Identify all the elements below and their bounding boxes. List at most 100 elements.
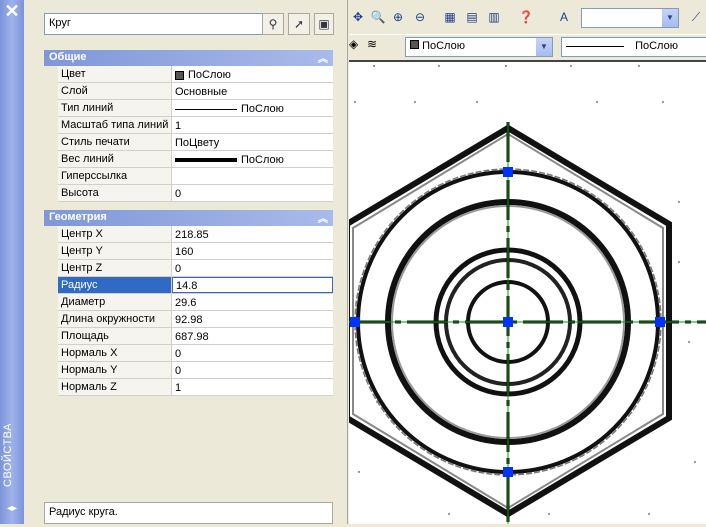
property-row[interactable]: Слой Основные: [58, 83, 333, 100]
object-type-select[interactable]: Круг ▼: [44, 13, 280, 35]
quick-select-button[interactable]: ▣: [314, 13, 334, 35]
select-objects-button[interactable]: ➚: [288, 13, 310, 35]
property-key: Масштаб типа линий: [58, 117, 172, 133]
property-value[interactable]: ПоСлою: [172, 66, 333, 82]
property-key: Длина окружности: [58, 311, 172, 327]
property-row[interactable]: Площадь 687.98: [58, 328, 333, 345]
property-value[interactable]: 160: [172, 243, 333, 259]
property-value[interactable]: ПоСлою: [172, 100, 333, 116]
drawing-grid-dots: [354, 65, 696, 515]
cursor-icon: ➚: [293, 17, 305, 31]
property-value[interactable]: ПоЦвету: [172, 134, 333, 150]
property-key: Центр Z: [58, 260, 172, 276]
linetype-control-select[interactable]: ПоСлою: [561, 37, 706, 57]
grip-center[interactable]: [503, 317, 513, 327]
property-value[interactable]: Основные: [172, 83, 333, 99]
grip-top[interactable]: [503, 167, 513, 177]
property-value[interactable]: 687.98: [172, 328, 333, 344]
radius-input[interactable]: 14.8: [172, 277, 333, 293]
property-row[interactable]: Нормаль Z1: [58, 379, 333, 396]
help-icon[interactable]: ❓: [517, 8, 535, 26]
collapse-icon[interactable]: ︽: [318, 50, 328, 65]
property-value-text: 0: [175, 365, 182, 377]
property-key: Тип линий: [58, 100, 172, 116]
palette-titlebar[interactable]: ✕ СВОЙСТВА ◂▸: [0, 0, 24, 524]
property-value-text: 14.8: [176, 280, 198, 292]
property-value-text: 1: [175, 120, 182, 132]
property-key: Гиперссылка: [58, 168, 172, 184]
property-value[interactable]: 29.6: [172, 294, 333, 310]
filter-icon: ⚲: [268, 17, 278, 31]
property-row[interactable]: Масштаб типа линий 1: [58, 117, 333, 134]
grip-bottom[interactable]: [503, 467, 513, 477]
property-key: Вес линий: [58, 151, 172, 167]
property-value[interactable]: 0: [172, 185, 333, 201]
description-box: Радиус круга.: [44, 502, 333, 524]
chevron-down-icon[interactable]: ▼: [536, 38, 552, 56]
property-value[interactable]: [172, 168, 333, 184]
property-key: Нормаль Z: [58, 379, 172, 395]
property-row[interactable]: Вес линий ПоСлою: [58, 151, 333, 168]
property-value-text: ПоСлою: [188, 69, 231, 81]
grip-left[interactable]: [350, 317, 360, 327]
collapse-icon[interactable]: ︽: [318, 210, 328, 225]
property-key: Площадь: [58, 328, 172, 344]
property-row[interactable]: Тип линий ПоСлою: [58, 100, 333, 117]
zoom-previous-icon[interactable]: ⊖: [411, 8, 429, 26]
chevron-down-icon[interactable]: ▼: [662, 9, 678, 27]
linetype-control-value: ПоСлою: [635, 40, 678, 52]
dimension-style-icon[interactable]: ⟋: [687, 8, 705, 26]
property-row[interactable]: Цвет ПоСлою: [58, 66, 333, 83]
color-control-select[interactable]: ПоСлою ▼: [405, 37, 553, 57]
property-value-text: 0: [175, 188, 182, 200]
property-row-selected[interactable]: Радиус 14.8: [58, 277, 333, 294]
zoom-realtime-icon[interactable]: 🔍: [369, 8, 387, 26]
grip-right[interactable]: [655, 317, 665, 327]
property-key: Высота: [58, 185, 172, 201]
palette-vertical-title: СВОЙСТВА: [2, 423, 14, 487]
property-row[interactable]: Длина окружности 92.98: [58, 311, 333, 328]
property-value-text: 1: [175, 382, 182, 394]
property-value[interactable]: 0: [172, 345, 333, 361]
linetype-sample-icon: [566, 45, 624, 47]
property-row[interactable]: Гиперссылка: [58, 168, 333, 185]
toggle-pickadd-button[interactable]: ⚲: [262, 13, 284, 35]
pan-icon[interactable]: ✥: [349, 8, 367, 26]
text-style-icon[interactable]: A: [555, 8, 573, 26]
property-row[interactable]: Центр Z0: [58, 260, 333, 277]
general-properties-grid: Цвет ПоСлою Слой Основные Тип линий ПоСлою …: [44, 66, 333, 202]
zoom-window-icon[interactable]: ⊕: [389, 8, 407, 26]
property-row[interactable]: Центр X 218.85: [58, 226, 333, 243]
property-row[interactable]: Стиль печати ПоЦвету: [58, 134, 333, 151]
layer-states-icon[interactable]: ◈: [349, 37, 358, 51]
property-value-text: 92.98: [175, 314, 203, 326]
property-value[interactable]: 0: [172, 362, 333, 378]
text-style-select[interactable]: ▼: [581, 8, 679, 28]
section-general-header[interactable]: Общие ︽: [44, 50, 333, 66]
drawing-canvas[interactable]: [344, 60, 706, 524]
section-geometry-header[interactable]: Геометрия ︽: [44, 210, 333, 226]
color-control-value: ПоСлою: [422, 40, 465, 52]
design-center-icon[interactable]: ▤: [463, 8, 481, 26]
property-key: Радиус: [58, 277, 172, 293]
drawing-svg: [344, 65, 706, 524]
property-value[interactable]: 1: [172, 117, 333, 133]
property-value[interactable]: ПоСлою: [172, 151, 333, 167]
property-row[interactable]: Нормаль Y0: [58, 362, 333, 379]
property-value[interactable]: 218.85: [172, 226, 333, 242]
properties-icon[interactable]: ▦: [441, 8, 459, 26]
property-row[interactable]: Диаметр 29.6: [58, 294, 333, 311]
property-key: Центр Y: [58, 243, 172, 259]
close-icon[interactable]: ✕: [3, 2, 21, 20]
property-row[interactable]: Центр Y 160: [58, 243, 333, 260]
property-row[interactable]: Высота 0: [58, 185, 333, 202]
tool-palettes-icon[interactable]: ▥: [485, 8, 503, 26]
property-value[interactable]: 0: [172, 260, 333, 276]
property-key: Диаметр: [58, 294, 172, 310]
layer-previous-icon[interactable]: ≋: [367, 37, 377, 51]
property-row[interactable]: Нормаль X0: [58, 345, 333, 362]
property-value-text: 160: [175, 246, 194, 258]
property-value[interactable]: 92.98: [172, 311, 333, 327]
property-value[interactable]: 1: [172, 379, 333, 395]
auto-hide-icon[interactable]: ◂▸: [4, 503, 20, 517]
